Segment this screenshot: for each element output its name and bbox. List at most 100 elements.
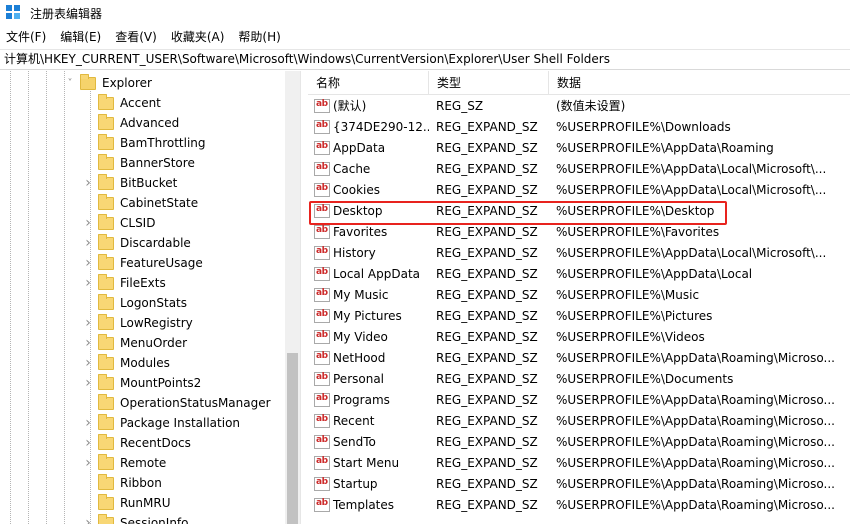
tree-item[interactable]: BamThrottling bbox=[82, 133, 206, 153]
address-bar[interactable]: 计算机\HKEY_CURRENT_USER\Software\Microsoft… bbox=[0, 49, 850, 70]
column-header-name[interactable]: 名称 bbox=[308, 71, 429, 95]
value-type: REG_EXPAND_SZ bbox=[436, 119, 538, 134]
value-type: REG_EXPAND_SZ bbox=[436, 161, 538, 176]
value-data: %USERPROFILE%\AppData\Local\Microsoft\..… bbox=[556, 182, 827, 197]
column-header-type[interactable]: 类型 bbox=[429, 71, 549, 95]
title-bar[interactable]: 注册表编辑器 bbox=[0, 0, 850, 26]
chevron-right-icon[interactable]: › bbox=[82, 333, 94, 353]
tree-item[interactable]: Accent bbox=[82, 93, 161, 113]
tree-item[interactable]: › MountPoints2 bbox=[82, 373, 201, 393]
pane-splitter[interactable] bbox=[300, 71, 308, 524]
value-row[interactable]: ab Personal REG_EXPAND_SZ %USERPROFILE%\Doc… bbox=[308, 368, 850, 389]
folder-icon bbox=[98, 333, 114, 350]
tree-item[interactable]: › SessionInfo bbox=[82, 513, 189, 524]
folder-icon bbox=[98, 133, 114, 150]
chevron-right-icon[interactable]: › bbox=[82, 233, 94, 253]
chevron-right-icon[interactable]: › bbox=[82, 173, 94, 193]
value-type: REG_EXPAND_SZ bbox=[436, 497, 538, 512]
list-body: ab (默认) REG_SZ (数值未设置) ab {374DE290-12... REG_… bbox=[308, 95, 850, 515]
value-row[interactable]: ab Favorites REG_EXPAND_SZ %USERPROFILE%\Fa… bbox=[308, 221, 850, 242]
tree-item[interactable]: › FeatureUsage bbox=[82, 253, 203, 273]
value-data: %USERPROFILE%\Favorites bbox=[556, 224, 720, 239]
value-row[interactable]: ab Templates REG_EXPAND_SZ %USERPROFILE%\Ap… bbox=[308, 494, 850, 515]
value-row[interactable]: ab Programs REG_EXPAND_SZ %USERPROFILE%\App… bbox=[308, 389, 850, 410]
value-row[interactable]: ab Cookies REG_EXPAND_SZ %USERPROFILE%\AppD… bbox=[308, 179, 850, 200]
chevron-right-icon[interactable]: › bbox=[82, 513, 94, 524]
value-name-cell: ab {374DE290-12... bbox=[308, 119, 429, 134]
value-type: REG_EXPAND_SZ bbox=[436, 329, 538, 344]
value-data: %USERPROFILE%\AppData\Roaming\Microso... bbox=[556, 497, 835, 512]
menu-view[interactable]: 查看(V) bbox=[108, 27, 164, 47]
menu-file[interactable]: 文件(F) bbox=[0, 27, 53, 47]
value-row[interactable]: ab Local AppData REG_EXPAND_SZ %USERPROFILE… bbox=[308, 263, 850, 284]
value-row[interactable]: ab History REG_EXPAND_SZ %USERPROFILE%\AppD… bbox=[308, 242, 850, 263]
tree-item[interactable]: › Package Installation bbox=[82, 413, 240, 433]
value-row[interactable]: ab Recent REG_EXPAND_SZ %USERPROFILE%\AppDa… bbox=[308, 410, 850, 431]
chevron-right-icon[interactable]: › bbox=[82, 413, 94, 433]
tree-item[interactable]: › CLSID bbox=[82, 213, 155, 233]
column-header-data[interactable]: 数据 bbox=[549, 71, 850, 95]
value-row[interactable]: ab (默认) REG_SZ (数值未设置) bbox=[308, 95, 850, 116]
tree-item[interactable]: Advanced bbox=[82, 113, 179, 133]
folder-icon bbox=[98, 233, 114, 250]
value-row[interactable]: ab Desktop REG_EXPAND_SZ %USERPROFILE%\Desk… bbox=[308, 200, 850, 221]
value-row[interactable]: ab AppData REG_EXPAND_SZ %USERPROFILE%\AppD… bbox=[308, 137, 850, 158]
chevron-right-icon[interactable]: › bbox=[82, 273, 94, 293]
tree-item[interactable]: › LowRegistry bbox=[82, 313, 193, 333]
tree-item-label: FileExts bbox=[120, 276, 166, 290]
chevron-right-icon[interactable]: › bbox=[82, 213, 94, 233]
tree-item[interactable]: › Discardable bbox=[82, 233, 191, 253]
folder-icon bbox=[98, 433, 114, 450]
value-row[interactable]: ab NetHood REG_EXPAND_SZ %USERPROFILE%\AppD… bbox=[308, 347, 850, 368]
tree-item[interactable]: › Modules bbox=[82, 353, 170, 373]
value-row[interactable]: ab Cache REG_EXPAND_SZ %USERPROFILE%\AppDat… bbox=[308, 158, 850, 179]
menu-help[interactable]: 帮助(H) bbox=[231, 27, 287, 47]
tree-item-label: CLSID bbox=[120, 216, 156, 230]
tree-scrollbar[interactable] bbox=[285, 71, 300, 524]
value-data: %USERPROFILE%\Desktop bbox=[556, 203, 715, 218]
string-value-icon: ab bbox=[314, 455, 330, 470]
chevron-right-icon[interactable]: › bbox=[82, 253, 94, 273]
tree-item[interactable]: › BitBucket bbox=[82, 173, 177, 193]
value-row[interactable]: ab My Music REG_EXPAND_SZ %USERPROFILE%\Mus… bbox=[308, 284, 850, 305]
tree-item[interactable]: LogonStats bbox=[82, 293, 187, 313]
value-name: Start Menu bbox=[333, 455, 400, 470]
tree-item[interactable]: OperationStatusManager bbox=[82, 393, 271, 413]
value-data: %USERPROFILE%\Music bbox=[556, 287, 700, 302]
chevron-right-icon[interactable]: › bbox=[82, 353, 94, 373]
tree-item[interactable]: ˅ Explorer bbox=[64, 73, 152, 93]
value-name: Local AppData bbox=[333, 266, 421, 281]
value-row[interactable]: ab Startup REG_EXPAND_SZ %USERPROFILE%\AppD… bbox=[308, 473, 850, 494]
tree-item[interactable]: Ribbon bbox=[82, 473, 162, 493]
folder-icon bbox=[98, 353, 114, 370]
value-row[interactable]: ab SendTo REG_EXPAND_SZ %USERPROFILE%\AppDa… bbox=[308, 431, 850, 452]
tree-item[interactable]: › MenuOrder bbox=[82, 333, 187, 353]
tree-item-label: Package Installation bbox=[120, 416, 241, 430]
value-name: {374DE290-12... bbox=[333, 119, 429, 134]
tree-item[interactable]: RunMRU bbox=[82, 493, 170, 513]
menu-edit[interactable]: 编辑(E) bbox=[53, 27, 108, 47]
tree-item[interactable]: › RecentDocs bbox=[82, 433, 191, 453]
tree-item[interactable]: › FileExts bbox=[82, 273, 166, 293]
tree-item[interactable]: CabinetState bbox=[82, 193, 198, 213]
chevron-right-icon[interactable]: › bbox=[82, 453, 94, 473]
tree-item[interactable]: › Remote bbox=[82, 453, 166, 473]
value-data: %USERPROFILE%\AppData\Roaming\Microso... bbox=[556, 476, 835, 491]
value-row[interactable]: ab My Video REG_EXPAND_SZ %USERPROFILE%\Vid… bbox=[308, 326, 850, 347]
chevron-right-icon[interactable]: › bbox=[82, 433, 94, 453]
chevron-right-icon[interactable]: › bbox=[82, 373, 94, 393]
value-type: REG_EXPAND_SZ bbox=[436, 245, 538, 260]
values-list: 名称 类型 数据 ab (默认) REG_SZ (数值未设置) ab {374DE290-… bbox=[308, 71, 850, 524]
chevron-down-icon[interactable]: ˅ bbox=[64, 73, 76, 93]
value-name: My Music bbox=[333, 287, 389, 302]
value-data: %USERPROFILE%\AppData\Roaming bbox=[556, 140, 774, 155]
folder-icon bbox=[98, 513, 114, 524]
value-row[interactable]: ab {374DE290-12... REG_EXPAND_SZ %USERPROFI… bbox=[308, 116, 850, 137]
chevron-right-icon[interactable]: › bbox=[82, 313, 94, 333]
tree-item[interactable]: BannerStore bbox=[82, 153, 195, 173]
key-tree[interactable]: ˅ Explorer Accent Advanced BamThrottling Bann… bbox=[0, 71, 300, 524]
tree-scrollbar-thumb[interactable] bbox=[287, 353, 298, 524]
value-row[interactable]: ab Start Menu REG_EXPAND_SZ %USERPROFILE%\A… bbox=[308, 452, 850, 473]
value-row[interactable]: ab My Pictures REG_EXPAND_SZ %USERPROFILE%\… bbox=[308, 305, 850, 326]
menu-favorites[interactable]: 收藏夹(A) bbox=[164, 27, 232, 47]
